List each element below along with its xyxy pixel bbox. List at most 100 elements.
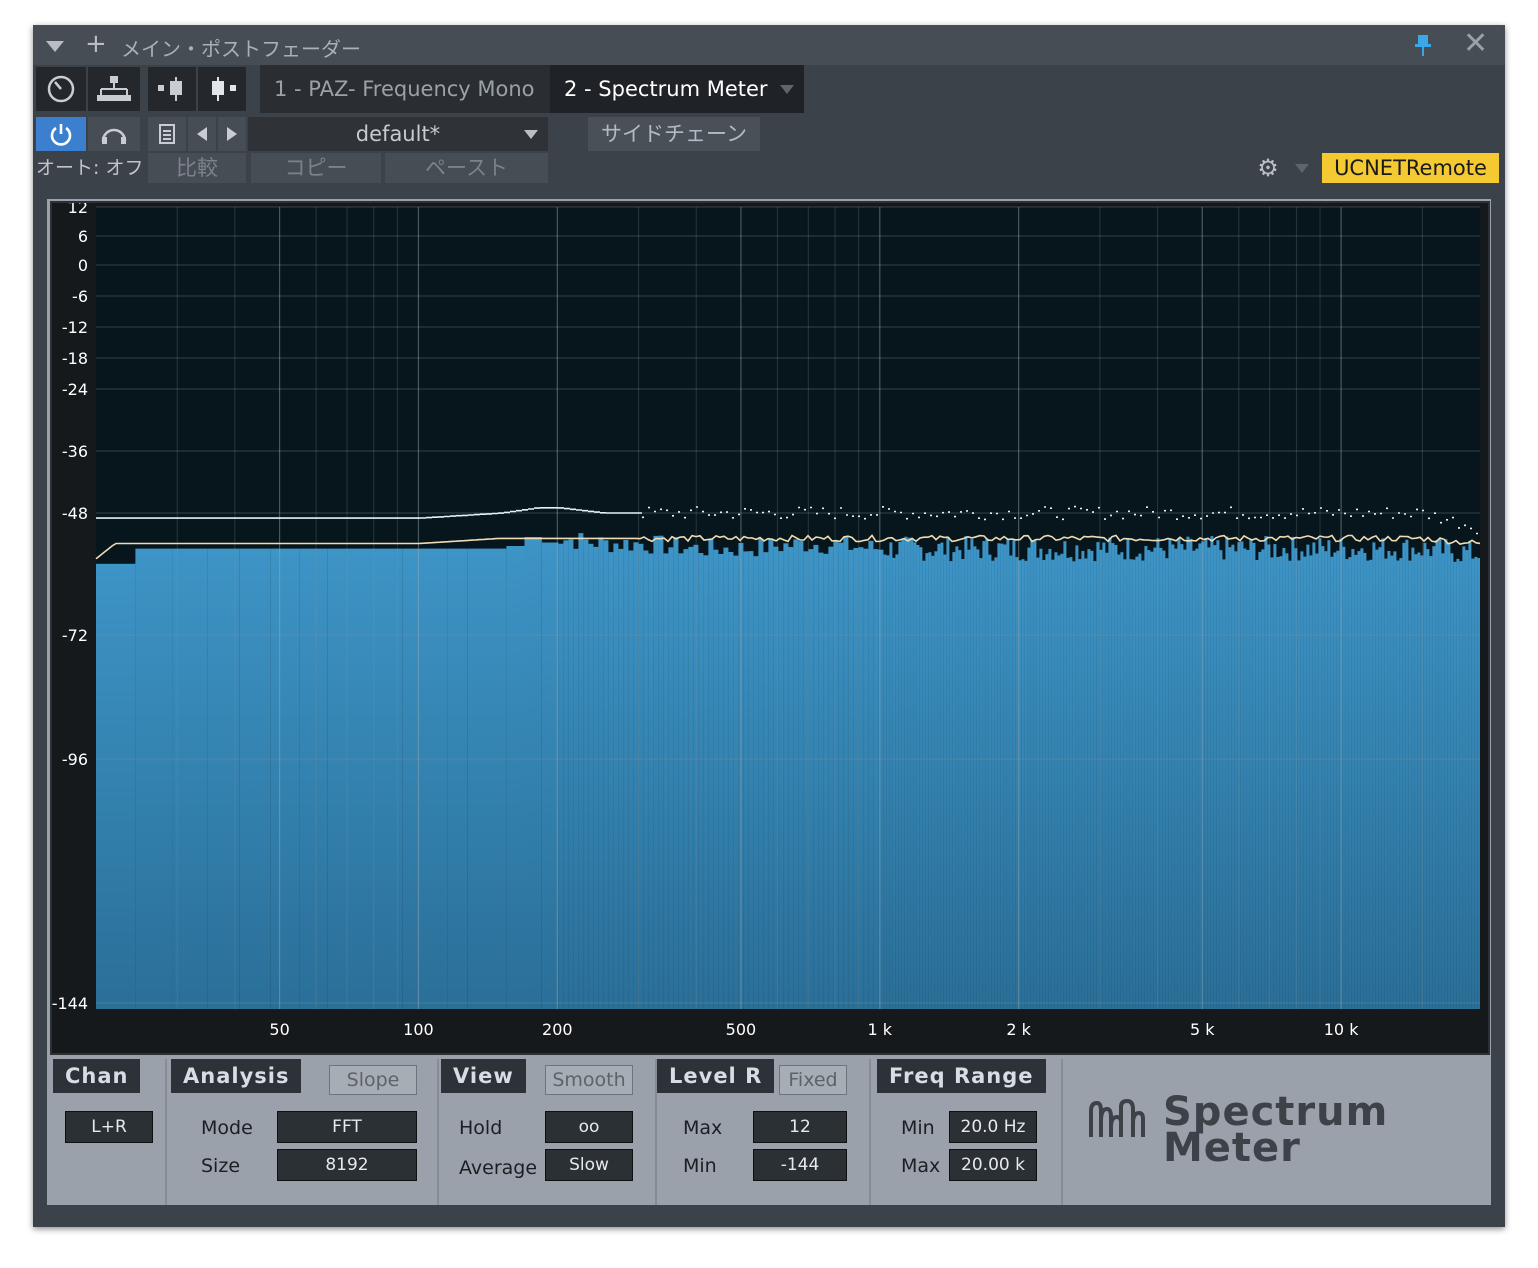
spectrum-bar <box>1477 558 1480 1009</box>
add-icon[interactable]: + <box>85 31 107 57</box>
spectrum-bar <box>1159 547 1163 1009</box>
chevron-down-icon[interactable] <box>1295 164 1309 173</box>
spectrum-bar <box>1321 546 1325 1009</box>
listen-button[interactable] <box>88 117 140 151</box>
spectrum-bar <box>886 555 890 1009</box>
routing-button[interactable] <box>88 67 140 111</box>
spectrum-bar <box>1027 547 1031 1009</box>
spectrum-bar <box>1204 538 1208 1009</box>
tab-spectrum-meter[interactable]: 2 - Spectrum Meter <box>550 65 804 113</box>
spectrum-bar <box>1105 552 1109 1009</box>
hold-label: Hold <box>459 1117 503 1139</box>
power-button[interactable] <box>36 117 86 151</box>
spectrum-bar <box>1075 545 1079 1009</box>
fixed-toggle[interactable]: Fixed <box>779 1065 847 1095</box>
freq-min-input[interactable]: 20.0 Hz <box>949 1111 1037 1143</box>
preset-menu-button[interactable] <box>148 117 186 151</box>
ucnet-remote-button[interactable]: UCNETRemote <box>1322 153 1499 183</box>
chevron-down-icon[interactable] <box>780 85 794 94</box>
smooth-toggle[interactable]: Smooth <box>545 1065 633 1095</box>
spectrum-bar <box>568 539 574 1009</box>
close-icon[interactable]: ✕ <box>1463 29 1488 59</box>
next-preset-button[interactable] <box>218 117 246 151</box>
spectrum-bar <box>578 533 584 1009</box>
spectrum-bar <box>1282 547 1286 1009</box>
insert-left-button[interactable] <box>148 67 196 111</box>
prev-preset-button[interactable] <box>188 117 216 151</box>
spectrum-bar <box>1006 539 1010 1009</box>
sidechain-button[interactable]: サイドチェーン <box>588 117 760 151</box>
preset-select[interactable]: default* <box>248 117 548 151</box>
freq-max-label: Max <box>901 1155 941 1177</box>
spectrum-bar <box>1354 554 1358 1009</box>
mode-select[interactable]: FFT <box>277 1111 417 1143</box>
spectrum-bar <box>1129 559 1133 1009</box>
spectrum-bar <box>1102 542 1106 1009</box>
spectrum-bar <box>1432 546 1436 1009</box>
spectrum-bar <box>1066 557 1070 1009</box>
pin-icon[interactable] <box>1415 33 1431 57</box>
spectrum-bar <box>1057 555 1061 1009</box>
spectrum-bar <box>643 550 649 1009</box>
spectrum-bar <box>718 554 724 1009</box>
level-min-input[interactable]: -144 <box>753 1149 847 1181</box>
spectrum-bar <box>1192 550 1196 1009</box>
level-header: Level R <box>657 1059 775 1093</box>
spectrum-bar <box>1138 553 1142 1009</box>
spectrum-bar <box>1366 560 1370 1009</box>
spectrum-bar <box>708 538 714 1009</box>
hold-select[interactable]: oo <box>545 1111 633 1143</box>
presonus-logo-icon <box>1089 1098 1145 1137</box>
spectrum-bar <box>1213 545 1217 1009</box>
spectrum-bar <box>1294 548 1298 1009</box>
tab-paz-frequency[interactable]: 1 - PAZ- Frequency Mono <box>260 65 550 113</box>
average-select[interactable]: Slow <box>545 1149 633 1181</box>
spectrum-bar <box>904 536 908 1009</box>
spectrum-bar <box>1276 557 1280 1009</box>
power-icon <box>50 124 72 146</box>
gear-icon[interactable]: ⚙ <box>1255 153 1281 183</box>
spectrum-bar <box>1288 560 1292 1009</box>
spectrum-bar <box>748 551 754 1009</box>
spectrum-bar <box>873 549 879 1009</box>
document-icon <box>159 124 175 144</box>
spectrum-bar <box>1015 557 1019 1009</box>
spectrum-bar <box>1363 552 1367 1009</box>
freq-max-input[interactable]: 20.00 k <box>949 1149 1037 1181</box>
spectrum-bar <box>1198 543 1202 1009</box>
copy-button[interactable]: コピー <box>251 153 381 183</box>
spectrum-bar <box>541 542 559 1009</box>
spectrum-bar <box>1054 552 1058 1009</box>
size-select[interactable]: 8192 <box>277 1149 417 1181</box>
spectrum-bar <box>638 543 644 1009</box>
spectrum-bar <box>425 548 448 1009</box>
spectrum-bar <box>663 553 669 1009</box>
compare-button[interactable]: 比較 <box>148 153 246 183</box>
spectrum-meter-plugin: 12 6 0 -6 -12 -18 -24 -36 -48 -72 -96 -144 50 100 200 5… <box>47 199 1491 1205</box>
spectrum-bar <box>573 548 579 1009</box>
spectrum-bar <box>1417 552 1421 1009</box>
meter-dial-button[interactable] <box>36 67 86 111</box>
spectrum-bar <box>778 551 784 1009</box>
x-tick-label: 500 <box>726 1020 757 1039</box>
automation-status[interactable]: オート: オフ <box>36 155 143 181</box>
spectrum-bar <box>1060 553 1064 1009</box>
level-max-input[interactable]: 12 <box>753 1111 847 1143</box>
dropdown-triangle-icon[interactable] <box>46 41 64 52</box>
y-tick-label: -18 <box>62 349 88 368</box>
spectrum-bar <box>1429 556 1433 1009</box>
paste-button[interactable]: ペースト <box>385 153 548 183</box>
spectrum-bar <box>985 538 989 1009</box>
spectrum-bar <box>940 542 944 1009</box>
chan-select[interactable]: L+R <box>65 1111 153 1143</box>
spectrum-bar <box>1174 548 1178 1009</box>
spectrum-bar <box>798 541 804 1009</box>
y-tick-label: 0 <box>78 256 88 275</box>
analysis-header: Analysis <box>171 1059 302 1093</box>
spectrum-bar <box>1444 539 1448 1009</box>
spectrum-bar <box>1093 561 1097 1009</box>
insert-right-button[interactable] <box>198 67 246 111</box>
slope-toggle[interactable]: Slope <box>329 1065 417 1095</box>
y-tick-label: -24 <box>62 380 88 399</box>
spectrum-bar <box>1108 537 1112 1009</box>
